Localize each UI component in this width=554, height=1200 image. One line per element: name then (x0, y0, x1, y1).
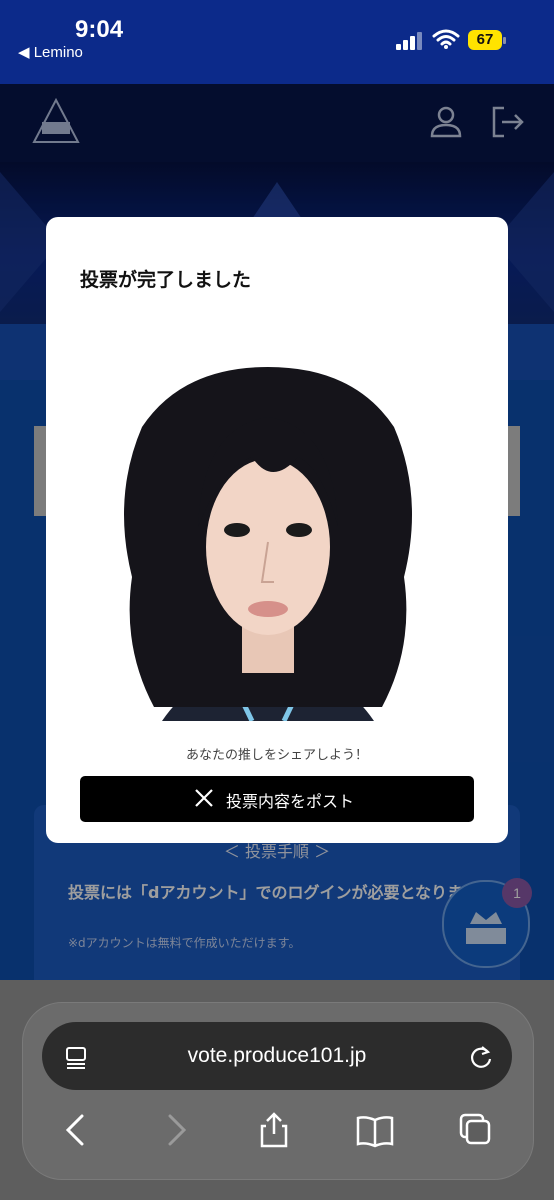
reload-icon[interactable] (468, 1043, 494, 1069)
share-icon[interactable] (258, 1112, 290, 1148)
post-vote-button-label: 投票内容をポスト (226, 792, 355, 811)
back-icon[interactable] (62, 1112, 90, 1148)
share-caption: あなたの推しをシェアしよう！ (185, 748, 368, 763)
url-text[interactable]: vote.produce101.jp (42, 1044, 512, 1068)
forward-icon[interactable] (162, 1112, 190, 1148)
signal-icon (396, 32, 422, 50)
status-bar: 9:04 ◀ Lemino 67 (0, 0, 554, 84)
x-logo-icon (195, 789, 213, 807)
post-vote-button[interactable]: 投票内容をポスト (80, 776, 474, 822)
wifi-icon (432, 29, 460, 49)
vote-complete-modal: 投票が完了しました あなたの推しをシェアしよう！ 投票内容をポスト (46, 217, 508, 843)
status-time: 9:04 (75, 16, 124, 43)
bookmarks-icon[interactable] (356, 1112, 394, 1148)
modal-title: 投票が完了しました (80, 269, 252, 291)
tabs-icon[interactable] (458, 1112, 492, 1148)
battery-level: 67 (476, 31, 494, 48)
battery-indicator: 67 (468, 30, 508, 52)
back-to-app-link[interactable]: ◀ Lemino (18, 43, 83, 61)
trainee-portrait (102, 347, 434, 721)
